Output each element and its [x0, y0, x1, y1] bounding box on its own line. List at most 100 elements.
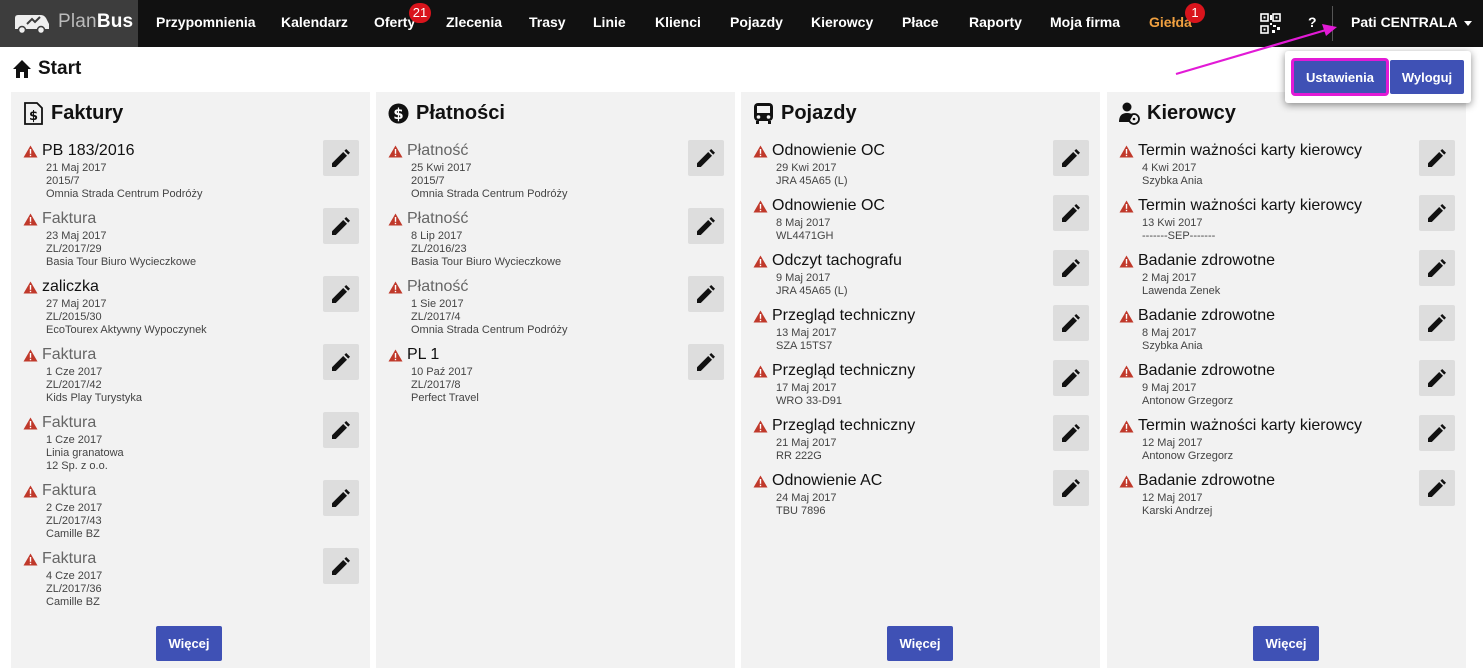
app-logo[interactable]: PlanBus — [0, 0, 138, 47]
edit-button[interactable] — [1053, 305, 1089, 341]
item-detail: 2015/7 — [411, 175, 445, 187]
item-detail: 27 Maj 2017 — [46, 298, 107, 310]
edit-button[interactable] — [1419, 360, 1455, 396]
item-detail: 29 Kwi 2017 — [776, 162, 837, 174]
nav-moja-firma[interactable]: Moja firma — [1050, 14, 1120, 30]
pencil-icon — [1062, 424, 1080, 442]
edit-button[interactable] — [323, 140, 359, 176]
warning-icon — [388, 213, 403, 226]
item-detail: Lawenda Zenek — [1142, 285, 1221, 297]
warning-icon — [23, 553, 38, 566]
edit-button[interactable] — [323, 412, 359, 448]
edit-button[interactable] — [688, 344, 724, 380]
panel-title: Płatności — [416, 102, 505, 124]
nav-pojazdy[interactable]: Pojazdy — [730, 14, 783, 30]
qr-code-icon[interactable] — [1260, 13, 1281, 34]
item-title: Badanie zdrowotne — [1138, 307, 1275, 324]
warning-icon — [23, 485, 38, 498]
item-detail: 4 Cze 2017 — [46, 570, 103, 582]
nav-place[interactable]: Płace — [902, 14, 939, 30]
item-detail: Linia granatowa — [46, 447, 124, 459]
user-name: Pati CENTRALA — [1351, 14, 1458, 30]
item-detail: 2015/7 — [46, 175, 80, 187]
item-title: zaliczka — [42, 278, 99, 295]
edit-button[interactable] — [323, 208, 359, 244]
help-link[interactable]: ? — [1308, 14, 1317, 30]
panel-title: Pojazdy — [781, 102, 857, 124]
item-detail: EcoTourex Aktywny Wypoczynek — [46, 324, 207, 336]
pencil-icon — [1062, 259, 1080, 277]
item-title: Faktura — [42, 550, 97, 567]
edit-button[interactable] — [323, 276, 359, 312]
edit-button[interactable] — [1419, 415, 1455, 451]
pencil-icon — [1062, 369, 1080, 387]
edit-button[interactable] — [1053, 195, 1089, 231]
nav-przypomnienia[interactable]: Przypomnienia — [156, 14, 256, 30]
edit-button[interactable] — [323, 548, 359, 584]
item-detail: JRA 45A65 (L) — [776, 285, 848, 297]
user-dropdown: Ustawienia Wyloguj — [1285, 51, 1471, 103]
nav-kierowcy[interactable]: Kierowcy — [811, 14, 873, 30]
item-detail: ZL/2015/30 — [46, 311, 102, 323]
nav-linie[interactable]: Linie — [593, 14, 626, 30]
pencil-icon — [697, 353, 715, 371]
edit-button[interactable] — [688, 208, 724, 244]
invoice-dollar-icon: $ — [24, 102, 43, 125]
warning-icon — [388, 281, 403, 294]
edit-button[interactable] — [1053, 470, 1089, 506]
item-detail: Antonow Grzegorz — [1142, 395, 1234, 407]
item-detail: 25 Kwi 2017 — [411, 162, 472, 174]
nav-raporty[interactable]: Raporty — [969, 14, 1022, 30]
pencil-icon — [332, 421, 350, 439]
item-detail: 2 Maj 2017 — [1142, 272, 1197, 284]
more-button[interactable]: Więcej — [1253, 626, 1319, 661]
user-menu-toggle[interactable]: Pati CENTRALA — [1351, 14, 1472, 30]
item-detail: 2 Cze 2017 — [46, 502, 103, 514]
item-detail: 9 Maj 2017 — [776, 272, 831, 284]
edit-button[interactable] — [1419, 140, 1455, 176]
edit-button[interactable] — [1419, 250, 1455, 286]
warning-icon — [23, 417, 38, 430]
edit-button[interactable] — [1053, 360, 1089, 396]
warning-icon — [753, 145, 768, 158]
logout-button[interactable]: Wyloguj — [1390, 60, 1464, 94]
item-detail: 4 Kwi 2017 — [1142, 162, 1197, 174]
item-detail: ZL/2017/8 — [411, 379, 461, 391]
pencil-icon — [1428, 149, 1446, 167]
item-detail: 13 Maj 2017 — [776, 327, 837, 339]
pencil-icon — [1428, 259, 1446, 277]
edit-button[interactable] — [323, 480, 359, 516]
item-detail: RR 222G — [776, 450, 822, 462]
edit-button[interactable] — [1053, 415, 1089, 451]
item-detail: Omnia Strada Centrum Podróży — [46, 188, 203, 200]
edit-button[interactable] — [323, 344, 359, 380]
warning-icon — [1119, 365, 1134, 378]
item-detail: ZL/2017/42 — [46, 379, 102, 391]
nav-zlecenia[interactable]: Zlecenia — [446, 14, 502, 30]
item-title: Termin ważności karty kierowcy — [1138, 417, 1363, 434]
edit-button[interactable] — [1053, 140, 1089, 176]
edit-button[interactable] — [1419, 195, 1455, 231]
nav-trasy[interactable]: Trasy — [529, 14, 566, 30]
edit-button[interactable] — [1419, 470, 1455, 506]
edit-button[interactable] — [688, 276, 724, 312]
panel-header: $ Faktury — [23, 102, 123, 125]
item-title: Płatność — [407, 210, 469, 227]
item-detail: 8 Maj 2017 — [776, 217, 831, 229]
settings-button[interactable]: Ustawienia — [1291, 58, 1389, 96]
item-detail: Perfect Travel — [411, 392, 479, 404]
pencil-icon — [1062, 479, 1080, 497]
pencil-icon — [332, 353, 350, 371]
item-title: PL 1 — [407, 346, 440, 363]
nav-kalendarz[interactable]: Kalendarz — [281, 14, 348, 30]
more-button[interactable]: Więcej — [156, 626, 222, 661]
item-detail: Omnia Strada Centrum Podróży — [411, 188, 568, 200]
edit-button[interactable] — [1419, 305, 1455, 341]
item-detail: 10 Paź 2017 — [411, 366, 473, 378]
more-button[interactable]: Więcej — [887, 626, 953, 661]
item-title: Faktura — [42, 210, 97, 227]
pencil-icon — [1428, 479, 1446, 497]
edit-button[interactable] — [688, 140, 724, 176]
nav-klienci[interactable]: Klienci — [655, 14, 701, 30]
edit-button[interactable] — [1053, 250, 1089, 286]
